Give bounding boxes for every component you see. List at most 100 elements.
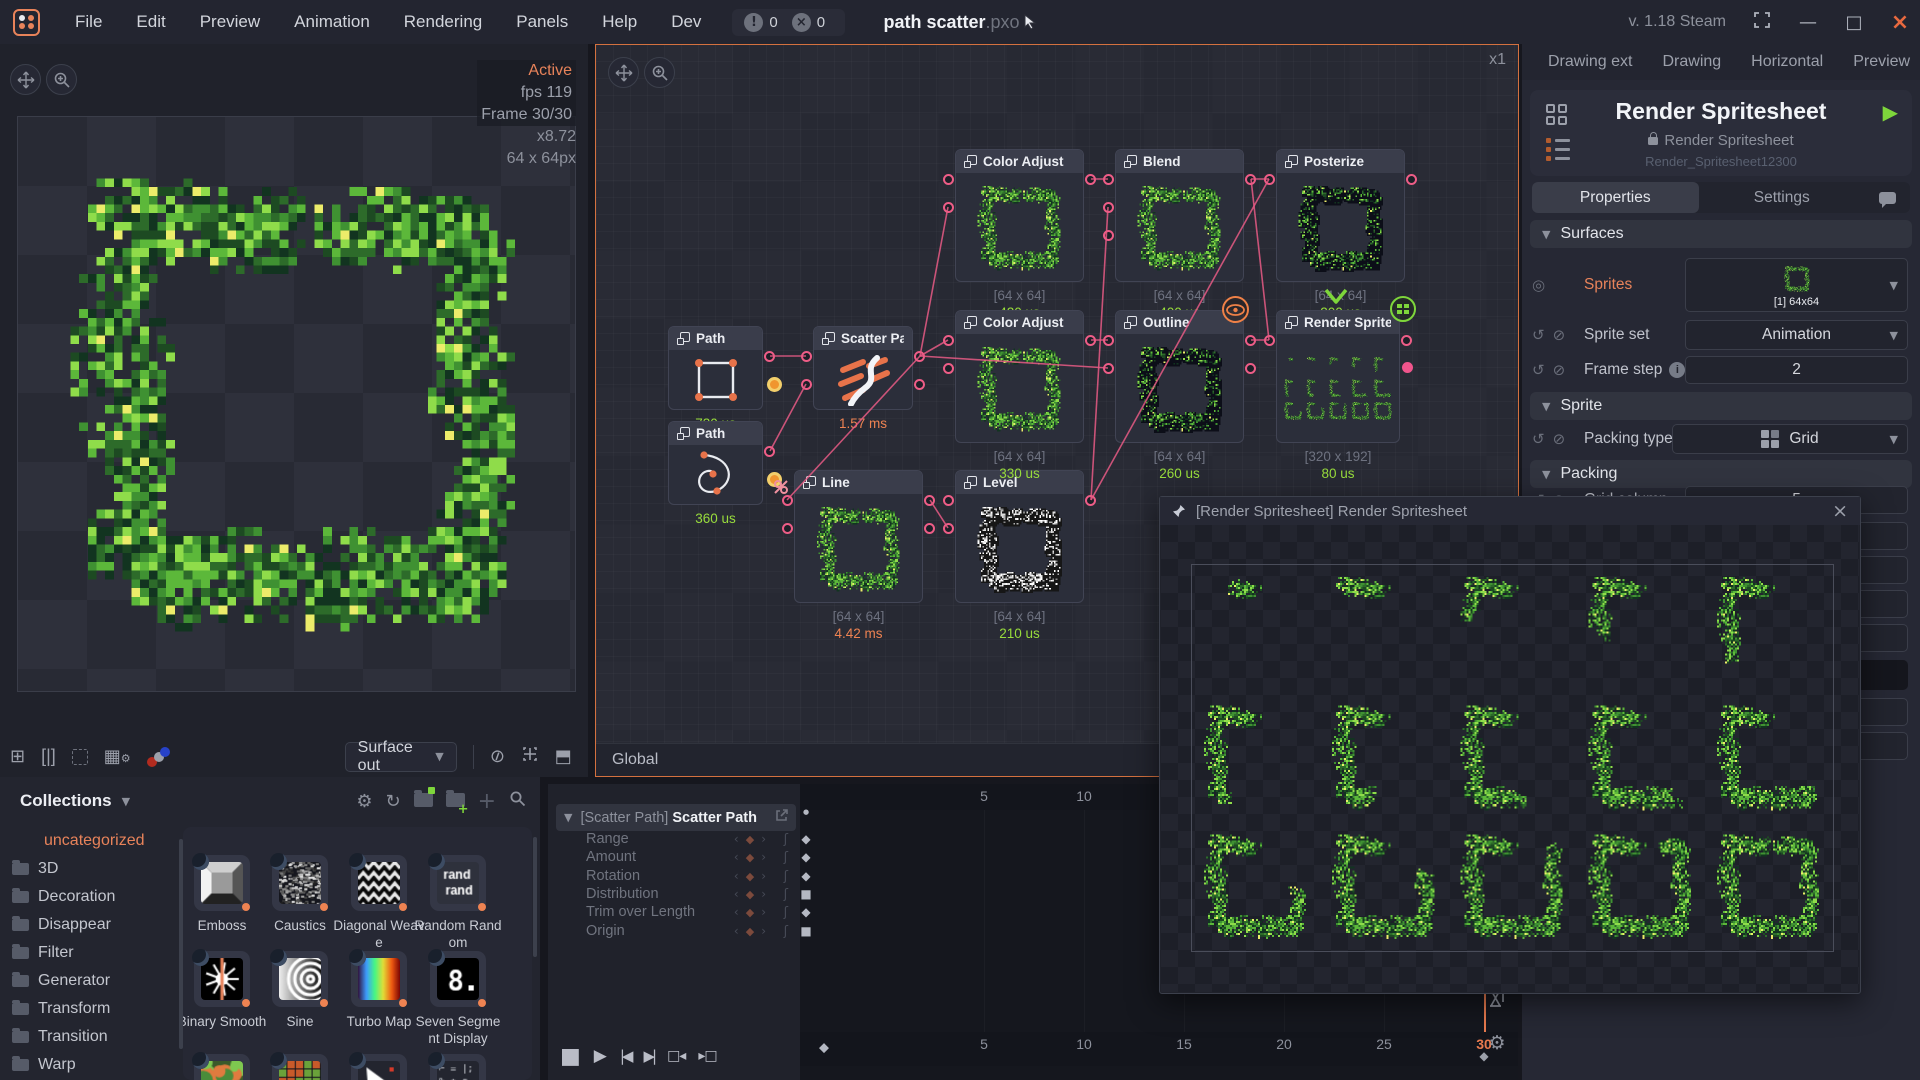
- export-surface-button[interactable]: ⬒: [555, 746, 572, 767]
- timeline-property-amount[interactable]: Amount‹◆›ʃ: [556, 848, 796, 866]
- keyframe-step-controls[interactable]: ‹◆›: [734, 850, 766, 864]
- info-icon[interactable]: i: [1669, 362, 1685, 378]
- app-logo-icon[interactable]: [13, 9, 40, 36]
- node-outline[interactable]: Outline[64 x 64]260 us: [1115, 310, 1244, 443]
- pin-icon[interactable]: [1172, 504, 1186, 518]
- sprite-set-dropdown[interactable]: Animation ▼: [1685, 320, 1908, 350]
- node-render-spritesheet[interactable]: Render Spritesheet[320 x 192]80 us: [1276, 310, 1400, 443]
- output-port[interactable]: [924, 523, 935, 534]
- section-sprite[interactable]: ▼ Sprite: [1530, 392, 1912, 420]
- fullscreen-button[interactable]: [1752, 12, 1772, 33]
- input-port[interactable]: [1103, 174, 1114, 185]
- go-to-start-button[interactable]: |◀: [620, 1047, 631, 1065]
- input-port[interactable]: [1103, 230, 1114, 241]
- split-view-button[interactable]: [|]: [41, 746, 56, 767]
- keyframe-step-controls[interactable]: ‹◆›: [734, 887, 766, 901]
- collection-item-turbo-map[interactable]: [351, 951, 407, 1007]
- collapse-icon[interactable]: ▼: [564, 811, 572, 824]
- keyframe-marker[interactable]: ◆: [801, 869, 810, 883]
- keyframe-marker[interactable]: ■: [800, 924, 811, 938]
- collections-dropdown-icon[interactable]: ▼: [122, 795, 130, 808]
- keyframe-step-controls[interactable]: ‹◆›: [734, 924, 766, 938]
- collection-item-sine[interactable]: [272, 951, 328, 1007]
- output-port[interactable]: [764, 446, 775, 457]
- curve-icon[interactable]: ʃ: [784, 832, 788, 847]
- collections-settings-icon[interactable]: ⚙: [356, 791, 372, 812]
- collections-scrollbar[interactable]: [533, 837, 537, 957]
- category-3d[interactable]: 3D: [0, 855, 178, 883]
- category-decoration[interactable]: Decoration: [0, 883, 178, 911]
- render-result-window[interactable]: [Render Spritesheet] Render Spritesheet …: [1159, 496, 1861, 994]
- reset-icon[interactable]: ↺: [1532, 326, 1545, 344]
- node-scatter-path[interactable]: Scatter Pa...1.57 ms: [813, 326, 913, 410]
- node-header[interactable]: Render Spritesheet: [1277, 311, 1399, 334]
- curve-icon[interactable]: ʃ: [784, 850, 788, 865]
- maximize-button[interactable]: □: [1844, 12, 1864, 33]
- category-transition[interactable]: Transition: [0, 1023, 178, 1051]
- node-header[interactable]: Posterize: [1277, 150, 1404, 173]
- grid-settings-button[interactable]: ▦⚙: [104, 746, 131, 767]
- visibility-eye-icon[interactable]: [1222, 296, 1249, 323]
- node-line[interactable]: Line[64 x 64]4.42 ms: [794, 470, 923, 603]
- input-port[interactable]: [943, 335, 954, 346]
- category-generator[interactable]: Generator: [0, 967, 178, 995]
- menu-file[interactable]: File: [58, 0, 119, 44]
- collection-item-seven-segment-display[interactable]: [430, 951, 486, 1007]
- timeline-node-header[interactable]: ▼ [Scatter Path] Scatter Path: [556, 804, 796, 831]
- input-port[interactable]: [801, 379, 812, 390]
- menu-edit[interactable]: Edit: [119, 0, 182, 44]
- collection-item-caustics[interactable]: [272, 855, 328, 911]
- input-port[interactable]: [1103, 202, 1114, 213]
- output-port[interactable]: [914, 379, 925, 390]
- input-port[interactable]: [943, 363, 954, 374]
- dock-tab-horizontal[interactable]: Horizontal: [1751, 53, 1823, 71]
- node-header[interactable]: Line: [795, 471, 922, 494]
- curve-icon[interactable]: ʃ: [784, 869, 788, 884]
- input-port[interactable]: [943, 202, 954, 213]
- menu-animation[interactable]: Animation: [277, 0, 387, 44]
- keyframe-step-controls[interactable]: ‹◆›: [734, 832, 766, 846]
- input-port[interactable]: [1103, 363, 1114, 374]
- menu-preview[interactable]: Preview: [183, 0, 277, 44]
- category-uncategorized[interactable]: uncategorized: [0, 827, 178, 855]
- timeline-property-range[interactable]: Range‹◆›ʃ: [556, 830, 796, 848]
- node-header[interactable]: Path: [669, 422, 762, 445]
- input-port[interactable]: [782, 523, 793, 534]
- output-port[interactable]: [1245, 363, 1256, 374]
- output-port[interactable]: [1401, 335, 1412, 346]
- onion-skin-button[interactable]: ⊘: [486, 744, 509, 769]
- output-port[interactable]: [914, 351, 925, 362]
- dock-tab-preview[interactable]: Preview: [1853, 53, 1910, 71]
- node-posterize[interactable]: Posterize[64 x 64]200 us: [1276, 149, 1405, 282]
- node-type-icon[interactable]: [1546, 104, 1567, 125]
- prev-keyframe-button[interactable]: □◂: [667, 1048, 685, 1064]
- keyframe-marker[interactable]: ◆: [801, 850, 810, 864]
- node-blend[interactable]: Blend[64 x 64]400 us: [1115, 149, 1244, 282]
- category-disappear[interactable]: Disappear: [0, 911, 178, 939]
- timeline-property-distribution[interactable]: Distribution‹◆›ʃ: [556, 885, 796, 903]
- collection-item-emboss[interactable]: [194, 855, 250, 911]
- keyframe-marker[interactable]: ■: [800, 887, 811, 901]
- timeline-property-trim-over-length[interactable]: Trim over Length‹◆›ʃ: [556, 903, 796, 921]
- run-node-button[interactable]: ▶: [1883, 100, 1898, 124]
- close-icon[interactable]: ×: [1832, 500, 1848, 522]
- frame-step-input[interactable]: 2: [1685, 356, 1908, 384]
- center-view-button[interactable]: [521, 745, 539, 768]
- preview-viewport[interactable]: [17, 116, 576, 692]
- node-header[interactable]: Scatter Pa...: [814, 327, 912, 350]
- keyframe-marker[interactable]: ●: [803, 808, 809, 816]
- category-warp[interactable]: Warp: [0, 1051, 178, 1079]
- tab-properties[interactable]: Properties: [1532, 182, 1699, 213]
- keyframe-step-controls[interactable]: ‹◆›: [734, 869, 766, 883]
- curve-icon[interactable]: ʃ: [784, 905, 788, 920]
- unlink-icon[interactable]: ⊘: [1553, 430, 1566, 448]
- input-port[interactable]: [943, 495, 954, 506]
- notification-badges[interactable]: ! 0 × 0: [732, 9, 845, 36]
- keyframe-step-controls[interactable]: ‹◆›: [734, 905, 766, 919]
- comment-icon[interactable]: [1879, 192, 1896, 204]
- unlink-icon[interactable]: ⊘: [1553, 361, 1566, 379]
- category-transform[interactable]: Transform: [0, 995, 178, 1023]
- section-packing[interactable]: ▼ Packing: [1530, 460, 1912, 488]
- menu-panels[interactable]: Panels: [499, 0, 585, 44]
- open-external-icon[interactable]: [775, 809, 788, 826]
